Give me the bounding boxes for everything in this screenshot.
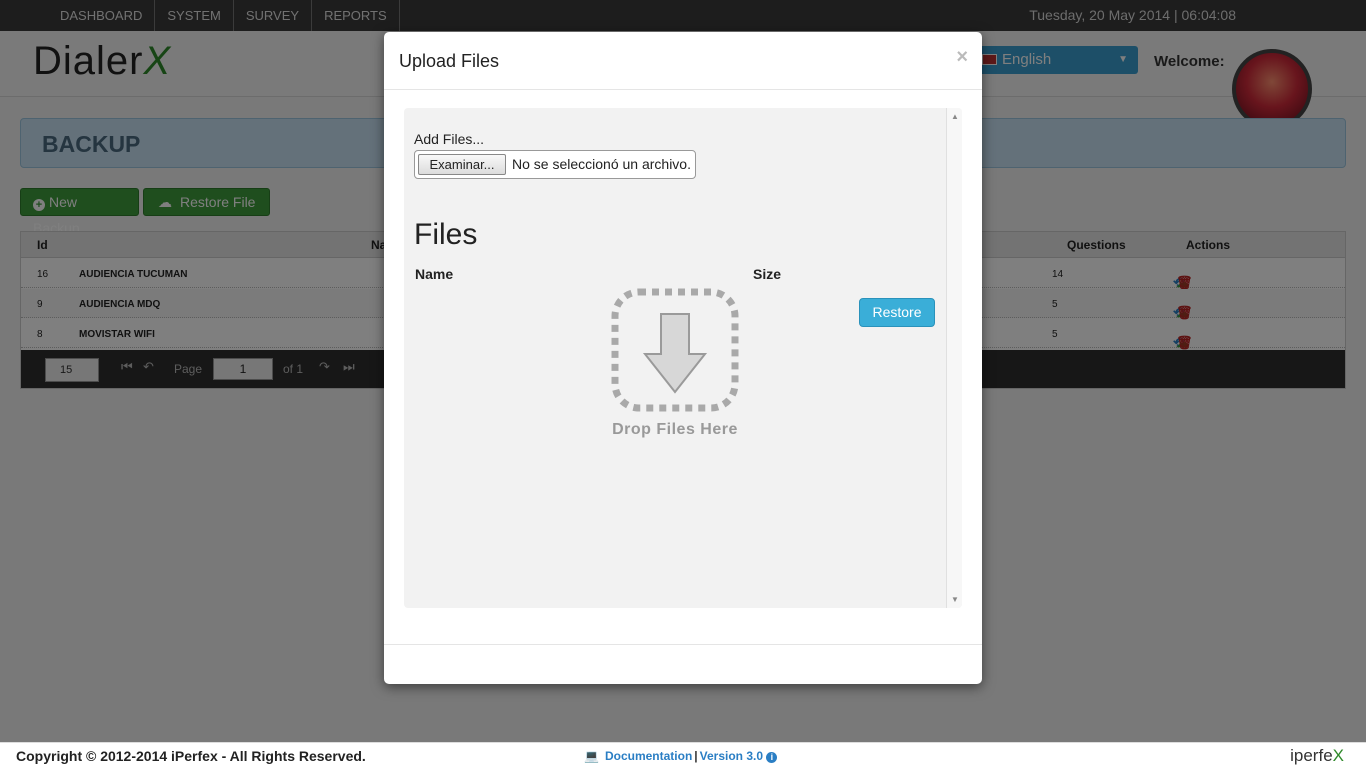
laptop-icon: 💻 xyxy=(584,749,599,763)
close-icon[interactable]: × xyxy=(956,46,968,69)
upload-frame: Add Files... Examinar... No se seleccion… xyxy=(404,108,962,608)
footer: Copyright © 2012-2014 iPerfex - All Righ… xyxy=(0,742,1366,768)
modal-title: Upload Files xyxy=(399,51,500,71)
copyright: Copyright © 2012-2014 iPerfex - All Righ… xyxy=(16,748,366,764)
version-link[interactable]: Version 3.0 xyxy=(700,749,763,763)
restore-button[interactable]: Restore xyxy=(859,298,935,327)
file-input[interactable]: Examinar... No se seleccionó un archivo. xyxy=(414,150,696,179)
info-icon[interactable]: i xyxy=(766,752,778,763)
brand-logo: iperfeX xyxy=(1290,746,1344,766)
upload-files-modal: Upload Files × Add Files... Examinar... … xyxy=(384,32,982,684)
divider xyxy=(384,89,982,90)
files-heading: Files xyxy=(414,218,478,251)
divider xyxy=(384,644,982,645)
scroll-up-icon[interactable]: ▲ xyxy=(951,112,959,121)
browse-button[interactable]: Examinar... xyxy=(418,154,506,175)
drop-files-label: Drop Files Here xyxy=(612,421,738,438)
frame-scrollbar[interactable]: ▲ ▼ xyxy=(946,108,962,608)
file-status: No se seleccionó un archivo. xyxy=(512,156,691,172)
brand-text: iperfe xyxy=(1290,746,1333,765)
add-files-label: Add Files... xyxy=(414,131,485,147)
documentation-link[interactable]: Documentation xyxy=(605,749,692,763)
doc-links: 💻 Documentation | Version 3.0 i xyxy=(584,749,778,763)
brand-x: X xyxy=(1332,746,1344,765)
scroll-down-icon[interactable]: ▼ xyxy=(951,595,959,604)
files-col-name: Name xyxy=(415,266,454,282)
drop-zone-icon[interactable] xyxy=(611,288,739,412)
files-col-size: Size xyxy=(753,266,782,282)
